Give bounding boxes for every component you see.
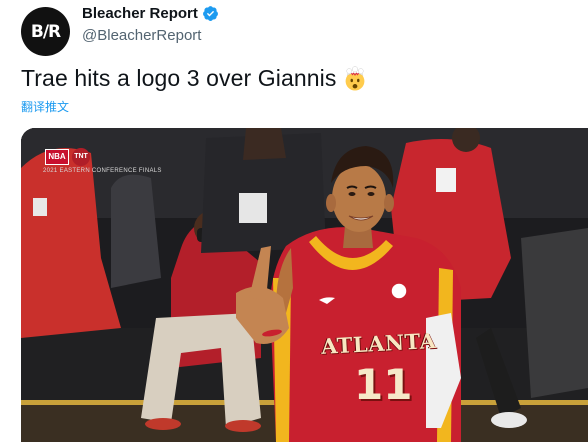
tweet-text-body: Trae hits a logo 3 over Giannis bbox=[21, 65, 337, 91]
author-handle[interactable]: @BleacherReport bbox=[82, 27, 201, 44]
tnt-logo: TNT bbox=[72, 148, 90, 166]
jersey-number: 11 bbox=[354, 360, 413, 409]
translate-tweet-link[interactable]: 翻译推文 bbox=[21, 98, 69, 115]
broadcast-logo: NBA TNT bbox=[45, 148, 90, 166]
verified-badge-icon bbox=[202, 6, 218, 21]
tweet-card[interactable]: B/R Bleacher Report @BleacherReport Trae… bbox=[0, 0, 588, 442]
exploding-head-emoji-icon bbox=[346, 65, 365, 91]
avatar-text: B/R bbox=[30, 21, 61, 42]
author-name-row[interactable]: Bleacher Report bbox=[82, 5, 219, 22]
display-name[interactable]: Bleacher Report bbox=[82, 5, 198, 22]
tweet-text: Trae hits a logo 3 over Giannis bbox=[21, 65, 368, 92]
video-media[interactable]: NBA TNT 2021 EASTERN CONFERENCE FINALS A… bbox=[21, 128, 588, 442]
series-caption: 2021 EASTERN CONFERENCE FINALS bbox=[43, 168, 162, 174]
avatar[interactable]: B/R bbox=[21, 7, 70, 56]
video-frame bbox=[21, 128, 588, 442]
nba-logo: NBA bbox=[45, 149, 69, 165]
